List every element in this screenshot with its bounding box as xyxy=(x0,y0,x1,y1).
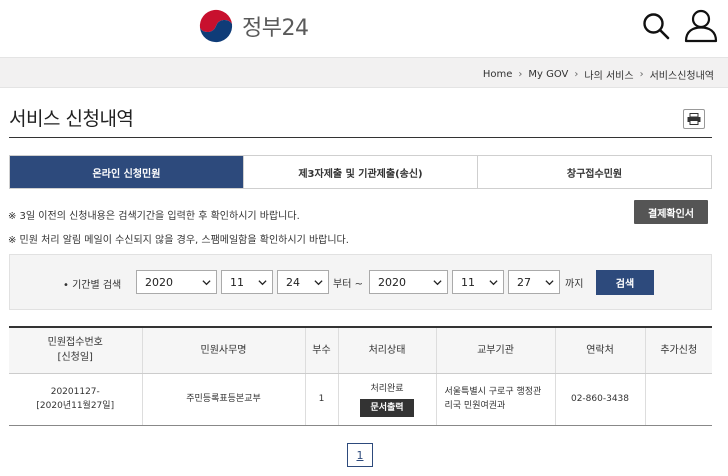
chevron-down-icon xyxy=(433,280,442,286)
column-header-contact: 연락처 xyxy=(555,327,646,374)
to-month-select[interactable]: 11 xyxy=(452,270,504,294)
to-day-select[interactable]: 27 xyxy=(508,270,560,294)
apply-date: [2020년11월27일] xyxy=(36,401,115,411)
status-text: 처리완료 xyxy=(370,383,404,394)
breadcrumb-mygov[interactable]: My GOV xyxy=(528,69,568,80)
breadcrumb-current[interactable]: 서비스신청내역 xyxy=(650,67,714,82)
to-month-value: 11 xyxy=(461,275,475,289)
column-header-org: 교부기관 xyxy=(436,327,556,374)
cell-contact: 02-860-3438 xyxy=(555,373,646,426)
org-line-2: 리국 민원여권과 xyxy=(444,401,506,411)
from-month-select[interactable]: 11 xyxy=(221,270,273,294)
logo-text: 정부24 xyxy=(242,16,309,41)
table-header-row: 민원접수번호 [신청일] 민원사무명 부수 처리상태 교부기관 연락처 추가신청 xyxy=(9,327,712,374)
cell-copies: 1 xyxy=(305,373,339,426)
cell-additional xyxy=(645,373,712,426)
printer-icon xyxy=(687,113,701,125)
chevron-down-icon xyxy=(489,280,498,286)
cell-receipt[interactable]: 20201127- [2020년11월27일] xyxy=(9,373,143,426)
chevron-right-icon: › xyxy=(574,69,579,80)
org-line-1: 서울특별시 구로구 행정관 xyxy=(444,387,542,397)
to-text: 까지 xyxy=(565,279,584,290)
pagination-page-1[interactable]: 1 xyxy=(347,443,373,467)
column-header-additional: 추가신청 xyxy=(645,327,712,374)
search-button[interactable]: 검색 xyxy=(596,270,654,295)
page-title: 서비스 신청내역 xyxy=(9,108,134,130)
column-header-status: 처리상태 xyxy=(338,327,437,374)
breadcrumb-home[interactable]: Home xyxy=(483,69,513,80)
header-apply-date: [신청일] xyxy=(57,352,93,364)
print-button[interactable] xyxy=(683,109,705,129)
period-search-label: • 기간별 검색 xyxy=(63,280,122,291)
column-header-receipt: 민원접수번호 [신청일] xyxy=(9,327,143,374)
table-row: 20201127- [2020년11월27일] 주민등록표등본교부 1 처리완료… xyxy=(9,373,712,426)
site-header: 정부24 xyxy=(0,0,728,57)
notice-search-period: ※ 3일 이전의 신청내용은 검색기간을 입력한 후 확인하시기 바랍니다. xyxy=(8,211,300,222)
column-header-copies: 부수 xyxy=(305,327,339,374)
chevron-right-icon: › xyxy=(639,69,644,80)
header-receipt-no: 민원접수번호 xyxy=(47,337,103,349)
breadcrumb-my-service[interactable]: 나의 서비스 xyxy=(584,67,633,82)
payment-confirmation-button[interactable]: 결제확인서 xyxy=(634,200,708,224)
title-divider xyxy=(9,137,712,138)
notice-spam-mail: ※ 민원 처리 알림 메일이 수신되지 않을 경우, 스팸메일함을 확인하시기 … xyxy=(8,235,349,246)
user-icon[interactable] xyxy=(683,9,719,43)
from-year-select[interactable]: 2020 xyxy=(136,270,217,294)
breadcrumb: Home › My GOV › 나의 서비스 › 서비스신청내역 xyxy=(483,67,714,82)
from-year-value: 2020 xyxy=(145,275,173,289)
tab-counter-application[interactable]: 창구접수민원 xyxy=(478,156,711,188)
period-search-panel: • 기간별 검색 2020 11 24 부터 ~ 2020 11 27 까지 검… xyxy=(9,254,712,310)
column-header-service: 민원사무명 xyxy=(142,327,306,374)
to-year-select[interactable]: 2020 xyxy=(369,270,448,294)
search-icon[interactable] xyxy=(641,11,671,41)
chevron-down-icon xyxy=(258,280,267,286)
tab-online-application[interactable]: 온라인 신청민원 xyxy=(10,156,244,188)
receipt-number[interactable]: 20201127- xyxy=(51,387,100,397)
taegeuk-icon xyxy=(197,7,235,45)
chevron-right-icon: › xyxy=(518,69,523,80)
cell-service: 주민등록표등본교부 xyxy=(142,373,306,426)
from-day-value: 24 xyxy=(286,275,300,289)
chevron-down-icon xyxy=(314,280,323,286)
tab-third-party-submission[interactable]: 제3자제출 및 기관제출(송신) xyxy=(244,156,478,188)
to-year-value: 2020 xyxy=(378,275,406,289)
breadcrumb-bar: Home › My GOV › 나의 서비스 › 서비스신청내역 xyxy=(0,57,728,88)
cell-status: 처리완료 문서출력 xyxy=(338,373,437,426)
gov24-logo[interactable]: 정부24 xyxy=(196,6,309,46)
print-document-button[interactable]: 문서출력 xyxy=(360,398,414,417)
tab-bar: 온라인 신청민원 제3자제출 및 기관제출(송신) 창구접수민원 xyxy=(9,155,712,189)
from-month-value: 11 xyxy=(230,275,244,289)
chevron-down-icon xyxy=(202,280,211,286)
from-text: 부터 ~ xyxy=(333,279,363,290)
chevron-down-icon xyxy=(545,280,554,286)
application-history-table: 민원접수번호 [신청일] 민원사무명 부수 처리상태 교부기관 연락처 추가신청… xyxy=(9,326,712,426)
to-day-value: 27 xyxy=(517,275,531,289)
from-day-select[interactable]: 24 xyxy=(277,270,329,294)
cell-org: 서울특별시 구로구 행정관 리국 민원여권과 xyxy=(436,373,556,426)
